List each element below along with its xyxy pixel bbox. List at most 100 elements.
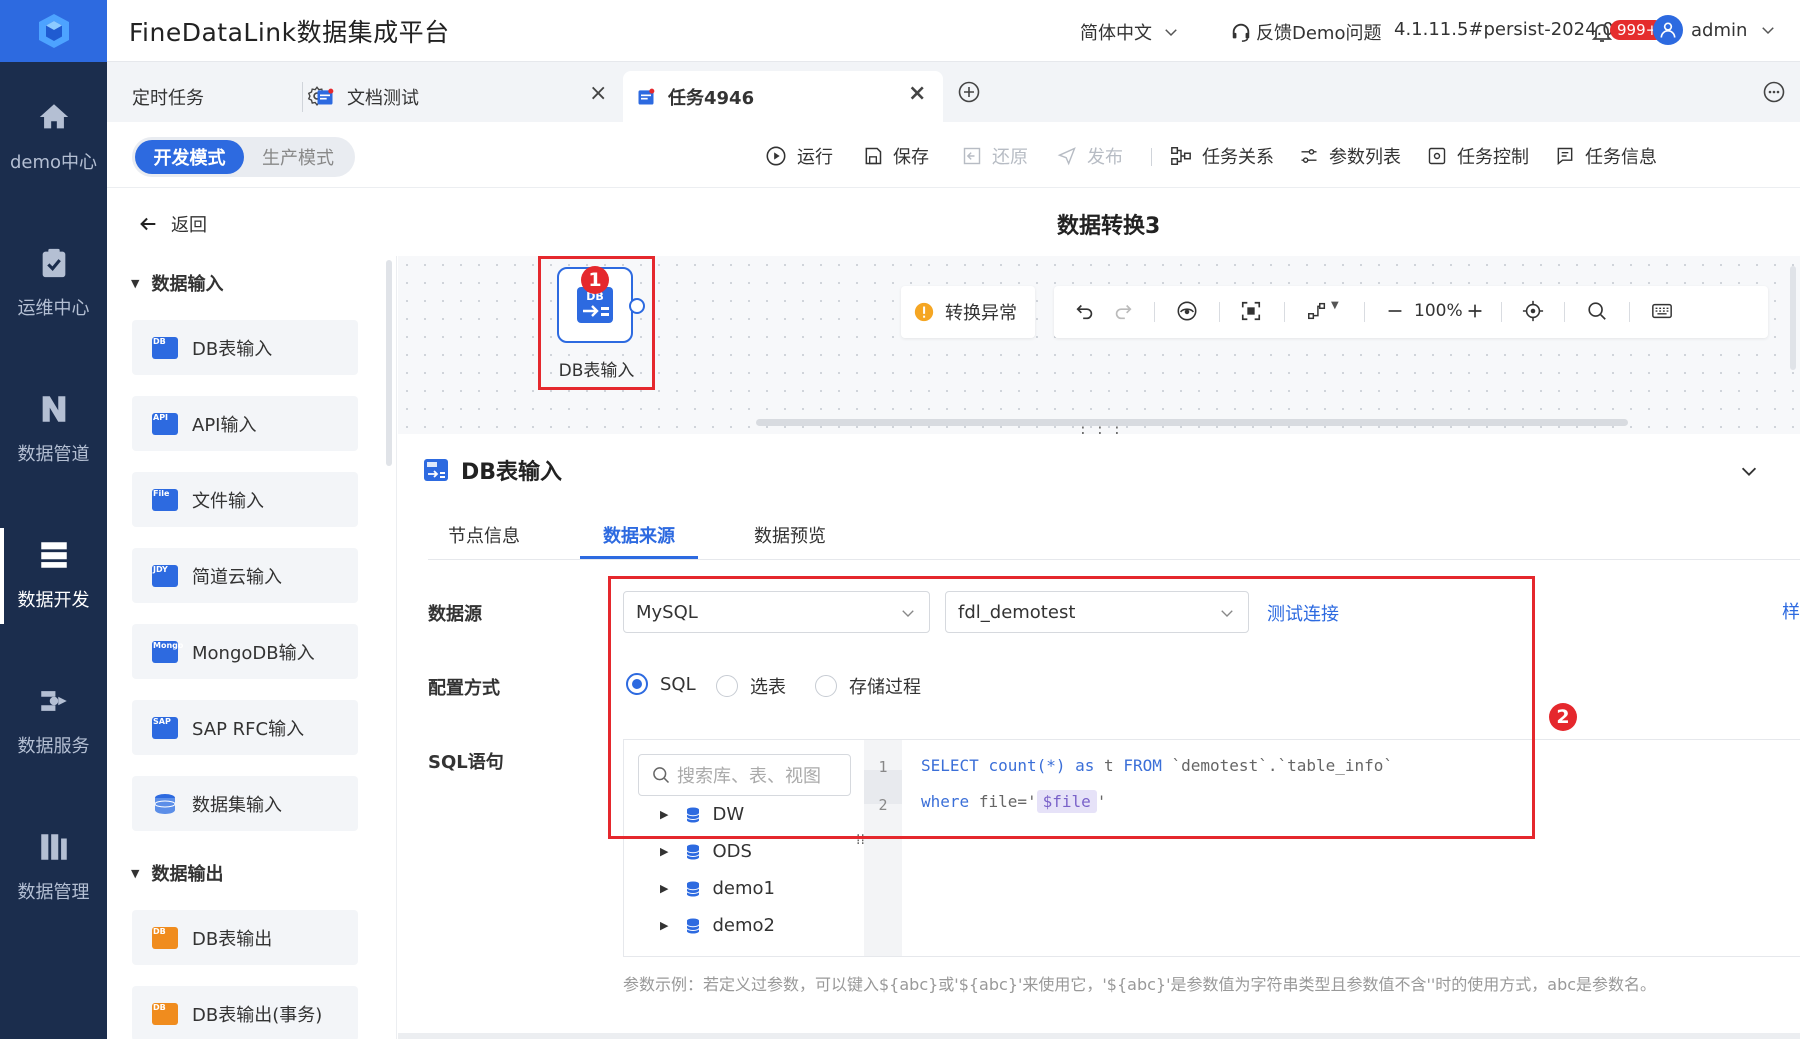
fit-view-icon[interactable] (1240, 300, 1262, 322)
group-label: 数据输入 (151, 274, 224, 295)
caret-right-icon: ▶ (660, 919, 669, 932)
headset-icon (1232, 23, 1250, 42)
node-output-port[interactable] (629, 298, 645, 314)
nav-item-data-service[interactable]: 数据服务 (0, 684, 107, 758)
close-icon[interactable]: × (908, 81, 926, 106)
warning-label: 转换异常 (945, 303, 1017, 324)
zoom-out-icon[interactable] (1384, 300, 1406, 322)
nav-label: 运维中心 (17, 298, 90, 319)
canvas-toolbar: ▼ 100% (1054, 286, 1768, 338)
notification-button[interactable]: 999+ (1590, 14, 1666, 50)
dev-mode-button[interactable]: 开发模式 (135, 140, 244, 174)
db-output-icon: DB (152, 926, 178, 949)
info-doc-icon (1557, 147, 1573, 165)
group-data-input[interactable]: ▼ 数据输入 (131, 270, 223, 296)
tree-node-label: demo2 (712, 915, 775, 936)
caret-down-icon[interactable]: ▼ (1331, 300, 1339, 311)
language-label: 简体中文 (1080, 23, 1152, 44)
component-api-input[interactable]: API API输入 (132, 396, 358, 451)
component-sap-rfc-input[interactable]: SAP SAP RFC输入 (132, 700, 358, 755)
run-button[interactable]: 运行 (765, 143, 833, 169)
control-icon (1428, 147, 1446, 165)
component-db-output-transaction[interactable]: DB DB表输出(事务) (132, 986, 358, 1039)
arrow-left-icon (140, 217, 156, 231)
tab-data-preview[interactable]: 数据预览 (754, 522, 826, 548)
group-data-output[interactable]: ▼ 数据输出 (131, 860, 223, 886)
revert-label: 还原 (992, 147, 1028, 168)
management-icon (40, 834, 67, 860)
tab-doc-test[interactable]: 文档测试 × (315, 71, 618, 122)
tree-node-demo2[interactable]: ▶ demo2 (660, 915, 775, 936)
component-mongodb-input[interactable]: Mongo MongoDB输入 (132, 624, 358, 679)
close-icon[interactable]: × (589, 81, 607, 106)
search-icon[interactable] (1586, 300, 1608, 322)
preview-sample-link[interactable]: 样 (1782, 598, 1800, 624)
nav-label: 数据管道 (17, 444, 90, 465)
chevron-down-icon (1762, 27, 1775, 35)
back-label: 返回 (171, 215, 207, 236)
keyboard-icon[interactable] (1650, 300, 1674, 322)
publish-button[interactable]: 发布 (1057, 143, 1123, 169)
component-db-output[interactable]: DB DB表输出 (132, 910, 358, 965)
nav-label: 数据管理 (17, 882, 90, 903)
conversion-error-button[interactable]: 转换异常 (901, 286, 1035, 338)
param-list-button[interactable]: 参数列表 (1299, 143, 1401, 169)
nav-label: 数据开发 (17, 590, 90, 611)
zoom-level: 100% (1414, 301, 1463, 321)
component-file-input[interactable]: File 文件输入 (132, 472, 358, 527)
add-tab-icon[interactable] (957, 80, 981, 104)
home-icon (39, 104, 68, 129)
task-control-button[interactable]: 任务控制 (1427, 143, 1529, 169)
tree-node-ods[interactable]: ▶ ODS (660, 841, 752, 862)
breadcrumb: 返回 数据转换3 (107, 188, 1800, 256)
component-dataset-input[interactable]: 数据集输入 (132, 776, 358, 831)
locate-icon[interactable] (1522, 300, 1544, 322)
zoom-in-icon[interactable] (1464, 300, 1486, 322)
nav-item-ops-center[interactable]: 运维中心 (0, 246, 107, 320)
task-relations-button[interactable]: 任务关系 (1170, 143, 1274, 169)
publish-label: 发布 (1087, 147, 1123, 168)
flow-canvas[interactable]: DB DB表输入 1 转换异常 ▼ 100% ⋮⋮⋮ (398, 256, 1800, 434)
component-jdy-input[interactable]: JDY 简道云输入 (132, 548, 358, 603)
top-header: FineDataLink数据集成平台 简体中文 反馈Demo问题 4.1.11.… (107, 0, 1800, 62)
send-icon (1057, 147, 1076, 166)
tab-data-source[interactable]: 数据来源 (603, 522, 675, 548)
save-button[interactable]: 保存 (863, 143, 929, 169)
redo-icon[interactable] (1112, 300, 1134, 322)
back-button[interactable]: 返回 (137, 211, 207, 237)
canvas-horizontal-scrollbar[interactable] (756, 419, 1628, 426)
revert-button[interactable]: 还原 (962, 143, 1028, 169)
panel-horizontal-scrollbar[interactable] (398, 1033, 1800, 1039)
app-logo[interactable] (0, 0, 107, 62)
preview-eye-icon[interactable] (1176, 300, 1198, 322)
task-toolbar: 开发模式 生产模式 运行 保存 还原 发布 任务关系 参数列表 任务控制 任务信… (107, 122, 1800, 188)
more-options-icon[interactable] (1762, 80, 1786, 104)
file-icon: File (152, 488, 178, 511)
play-icon (766, 146, 786, 166)
language-selector[interactable]: 简体中文 (1080, 19, 1180, 45)
collapse-chevron-icon[interactable] (1738, 460, 1760, 482)
canvas-vertical-scrollbar[interactable] (1790, 266, 1796, 370)
db-icon: DB (152, 336, 178, 359)
undo-icon[interactable] (1074, 300, 1096, 322)
component-label: 数据集输入 (192, 794, 282, 816)
caret-down-icon: ▼ (131, 866, 140, 880)
tree-node-demo1[interactable]: ▶ demo1 (660, 878, 775, 899)
panel-resize-handle[interactable]: ⋮⋮⋮ (1075, 423, 1126, 434)
nav-item-data-dev[interactable]: 数据开发 (0, 528, 107, 624)
user-menu[interactable]: admin (1653, 15, 1777, 45)
sidebar-scrollbar[interactable] (386, 260, 392, 466)
chevron-down-icon (1165, 29, 1177, 37)
sliders-icon (1301, 149, 1317, 163)
prod-mode-button[interactable]: 生产模式 (244, 140, 352, 174)
nav-item-demo-center[interactable]: demo中心 (0, 100, 107, 174)
nav-item-data-pipeline[interactable]: 数据管道 (0, 392, 107, 466)
task-info-button[interactable]: 任务信息 (1555, 143, 1657, 169)
layout-icon[interactable] (1306, 300, 1328, 322)
feedback-link[interactable]: 反馈Demo问题 (1230, 19, 1381, 45)
tab-node-info[interactable]: 节点信息 (448, 522, 520, 548)
component-db-input[interactable]: DB DB表输入 (132, 320, 358, 375)
tab-scheduled-tasks[interactable]: 定时任务 (132, 71, 327, 122)
nav-item-data-management[interactable]: 数据管理 (0, 830, 107, 904)
tab-task-4946[interactable]: 任务4946 × (623, 71, 943, 122)
